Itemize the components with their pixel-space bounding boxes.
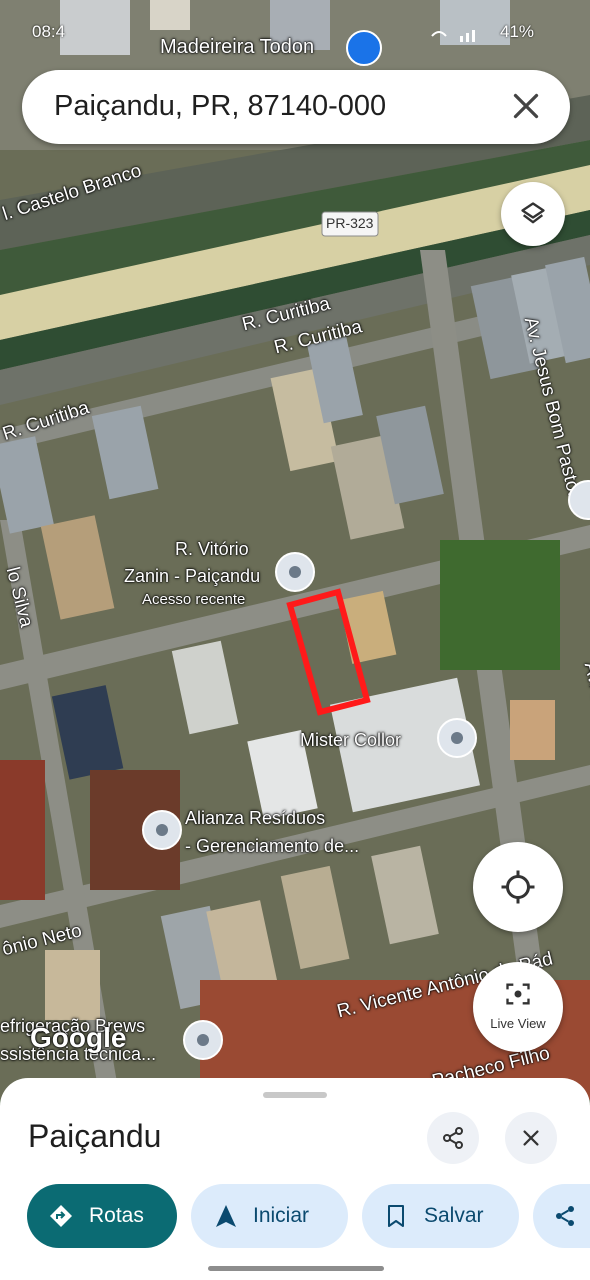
sheet-drag-handle[interactable] <box>263 1092 327 1098</box>
pin-icon <box>197 1034 209 1046</box>
map-imagery <box>0 0 590 1100</box>
live-view-label: Live View <box>490 1016 546 1031</box>
gesture-nav-bar[interactable] <box>208 1266 384 1271</box>
start-button[interactable]: Iniciar <box>191 1184 348 1248</box>
layers-button[interactable] <box>501 182 565 246</box>
poi-subtitle: Acesso recente <box>142 591 246 608</box>
directions-icon <box>50 1205 72 1227</box>
directions-button[interactable]: Rotas <box>27 1184 177 1248</box>
google-watermark: Google <box>30 1022 127 1053</box>
navigation-arrow-icon <box>216 1205 236 1227</box>
share-icon <box>556 1206 574 1226</box>
poi-name[interactable]: R. Vitório <box>175 538 249 561</box>
store-pin-icon[interactable] <box>346 30 382 66</box>
share-icon <box>443 1127 463 1149</box>
satellite-map[interactable]: l. Castelo Branco PR-323 R. Curitiba R. … <box>0 0 590 1100</box>
status-time: 08:4 <box>32 22 66 41</box>
start-label: Iniciar <box>253 1204 310 1227</box>
poi-name[interactable]: Zanin - Paiçandu <box>124 565 260 588</box>
share-chip[interactable] <box>533 1184 590 1248</box>
share-button[interactable] <box>427 1112 479 1164</box>
poi-pin[interactable] <box>142 810 182 850</box>
poi-name[interactable]: Alianza Resíduos <box>185 807 325 830</box>
close-icon <box>523 1130 539 1146</box>
close-sheet-button[interactable] <box>505 1112 557 1164</box>
poi-name[interactable]: Mister Collor <box>300 729 401 752</box>
search-query[interactable]: Paiçandu, PR, 87140-000 <box>54 90 386 123</box>
pin-icon <box>289 566 301 578</box>
route-label: PR-323 <box>326 215 374 231</box>
save-button[interactable]: Salvar <box>362 1184 519 1248</box>
poi-pin[interactable] <box>437 718 477 758</box>
place-title: Paiçandu <box>28 1118 162 1154</box>
poi-pin[interactable] <box>183 1020 223 1060</box>
close-icon[interactable] <box>508 88 544 124</box>
battery-level: 41% <box>500 22 535 41</box>
poi-name[interactable]: - Gerenciamento de... <box>185 835 359 858</box>
my-location-button[interactable] <box>473 842 563 932</box>
map-place-label[interactable]: Madeireira Todon <box>160 36 314 59</box>
pin-icon <box>156 824 168 836</box>
save-label: Salvar <box>424 1204 484 1227</box>
signal-icons <box>431 30 475 42</box>
place-sheet[interactable]: Paiçandu <box>0 1078 590 1280</box>
live-view-icon <box>506 983 530 1005</box>
pin-icon <box>451 732 463 744</box>
directions-label: Rotas <box>89 1204 144 1227</box>
layers-icon <box>521 202 545 224</box>
poi-pin[interactable] <box>275 552 315 592</box>
my-location-icon <box>501 870 535 904</box>
bookmark-icon <box>388 1205 404 1227</box>
search-bar[interactable]: Paiçandu, PR, 87140-000 <box>22 70 570 144</box>
live-view-button[interactable]: Live View <box>473 962 563 1052</box>
